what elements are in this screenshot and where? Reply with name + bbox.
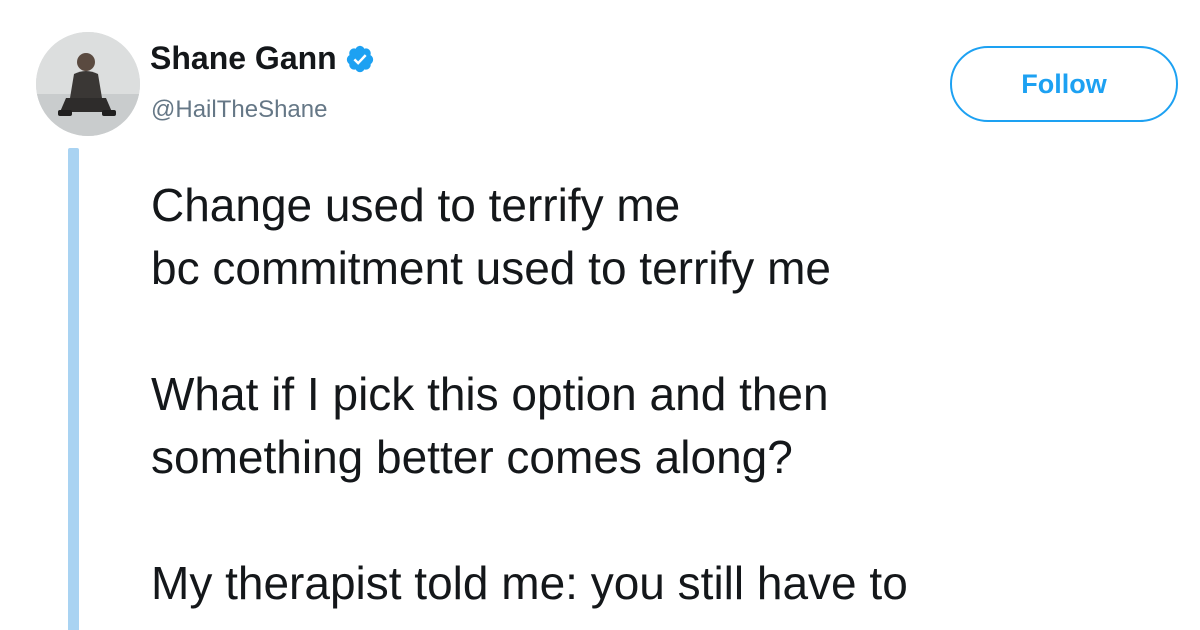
tweet-text: Change used to terrify me bc commitment … <box>151 174 1200 615</box>
tweet-line: My therapist told me: you still have to <box>151 557 908 609</box>
tweet-line: bc commitment used to terrify me <box>151 242 831 294</box>
verified-badge-icon <box>346 45 373 72</box>
display-name[interactable]: Shane Gann <box>150 40 337 77</box>
avatar[interactable] <box>36 32 140 136</box>
follow-button[interactable]: Follow <box>950 46 1178 122</box>
thread-line <box>68 148 79 630</box>
tweet-line: something better comes along? <box>151 431 793 483</box>
author-name-row[interactable]: Shane Gann <box>150 40 375 77</box>
tweet-line: What if I pick this option and then <box>151 368 829 420</box>
tweet-line: Change used to terrify me <box>151 179 681 231</box>
user-handle[interactable]: @HailTheShane <box>151 96 327 124</box>
profile-photo-icon <box>36 32 140 136</box>
